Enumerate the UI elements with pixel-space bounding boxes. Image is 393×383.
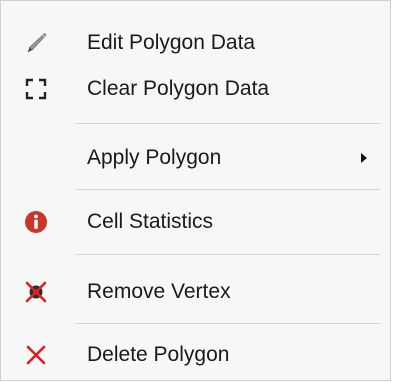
menu-item-label: Edit Polygon Data: [87, 31, 256, 54]
submenu-arrow-icon: [361, 153, 367, 163]
menu-item-cell-statistics[interactable]: Cell Statistics: [2, 199, 389, 245]
remove-vertex-icon: [24, 280, 48, 304]
menu-item-edit-polygon-data[interactable]: Edit Polygon Data: [2, 20, 389, 66]
menu-item-label: Remove Vertex: [87, 280, 231, 303]
menu-separator: [75, 254, 380, 255]
context-menu: Edit Polygon Data Clear Polygon Data App…: [0, 0, 391, 381]
menu-item-apply-polygon[interactable]: Apply Polygon: [2, 135, 389, 181]
pencil-icon: [24, 31, 48, 55]
menu-item-label: Apply Polygon: [87, 146, 222, 169]
menu-separator: [75, 123, 380, 124]
menu-item-clear-polygon-data[interactable]: Clear Polygon Data: [2, 66, 389, 112]
menu-item-label: Delete Polygon: [87, 343, 230, 366]
menu-item-delete-polygon[interactable]: Delete Polygon: [2, 332, 389, 378]
info-icon: [24, 210, 48, 234]
dashed-corners-icon: [24, 77, 48, 101]
menu-item-remove-vertex[interactable]: Remove Vertex: [2, 269, 389, 315]
menu-item-label: Clear Polygon Data: [87, 77, 270, 100]
menu-item-label: Cell Statistics: [87, 210, 214, 233]
delete-x-icon: [24, 343, 48, 367]
menu-separator: [75, 323, 380, 324]
menu-separator: [75, 189, 380, 190]
